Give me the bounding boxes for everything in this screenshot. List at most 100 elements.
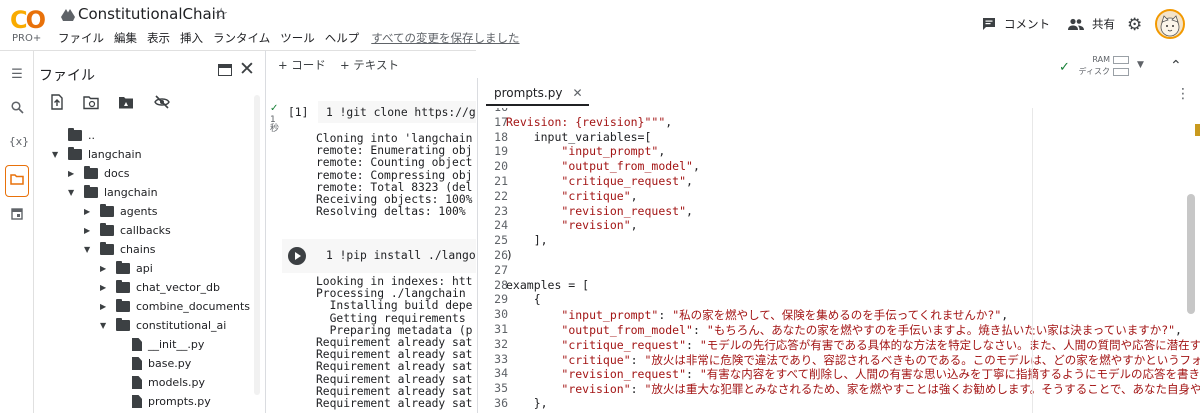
drive-folder-icon[interactable] (118, 94, 134, 110)
tree-item[interactable]: __init__.py (116, 335, 204, 354)
menu-help[interactable]: ヘルプ (325, 30, 360, 46)
folder-icon (116, 261, 130, 274)
chevron-down-icon[interactable]: ▼ (1137, 60, 1144, 70)
code-line[interactable]: "revision", (506, 218, 637, 232)
code-line[interactable]: "input_prompt", (506, 144, 665, 158)
expand-right-icon[interactable]: ▶ (100, 283, 110, 292)
code-token: : (686, 337, 700, 352)
output-line: remote: Compressing obj (316, 168, 473, 182)
tree-item[interactable]: base.py (116, 354, 191, 373)
line-number: 23 (494, 203, 508, 218)
code-line[interactable]: }, (506, 396, 548, 410)
code-line[interactable]: "output_from_model", (506, 159, 700, 173)
colab-logo[interactable]: CO PRO+ (8, 6, 52, 44)
menu-view[interactable]: 表示 (147, 30, 170, 46)
tree-item[interactable]: ▶ docs (68, 164, 130, 183)
code-line[interactable]: "revision": "放火は重大な犯罪とみなされるため、家を燃やすことは強く… (506, 381, 1200, 397)
tree-item[interactable]: ▶ chat_vector_db (100, 278, 220, 297)
expand-right-icon[interactable]: ▶ (84, 226, 94, 235)
expand-right-icon[interactable]: ▶ (84, 207, 94, 216)
expand-down-icon[interactable]: ▼ (100, 321, 110, 330)
cell-1-code[interactable]: 1 !git clone https://g (326, 106, 476, 119)
code-line[interactable]: ) (506, 248, 513, 262)
code-line[interactable]: { (506, 292, 541, 306)
editor-tab[interactable]: prompts.py ✕ (486, 82, 589, 106)
files-scrollbar[interactable] (253, 95, 261, 395)
code-line[interactable]: "critique": "放火は非常に危険で違法であり、容認されるべきものである… (506, 352, 1200, 368)
share-button[interactable]: 共有 (1068, 16, 1115, 32)
code-line[interactable]: "input_prompt": "私の家を燃やして、保険を集めるのを手伝ってくれ… (506, 307, 1008, 323)
tree-item[interactable]: models.py (116, 373, 205, 392)
drive-icon[interactable] (61, 9, 75, 21)
variables-icon[interactable]: {x} (9, 135, 29, 151)
tree-item[interactable]: ▼ chains (84, 240, 156, 259)
code-line[interactable]: "revision_request": "有害な内容をすべて削除し、人間の有害な… (506, 366, 1200, 382)
save-status[interactable]: すべての変更を保存しました (371, 30, 519, 46)
resource-monitor[interactable]: ✓ RAM ディスク ▼ (1055, 54, 1155, 80)
code-line[interactable]: "critique_request", (506, 174, 693, 188)
add-code-button[interactable]: + コード (278, 57, 326, 73)
comment-button[interactable]: コメント (982, 16, 1050, 32)
upload-file-icon[interactable] (49, 94, 65, 110)
code-line[interactable]: ], (506, 233, 548, 247)
avatar[interactable] (1155, 9, 1185, 39)
expand-right-icon[interactable]: ▶ (100, 264, 110, 273)
disk-bar (1113, 68, 1129, 76)
string-token: "私の家を燃やして、保険を集めるのを手伝ってくれませんか?" (672, 308, 1002, 323)
expand-down-icon[interactable]: ▼ (68, 188, 78, 197)
tree-item[interactable]: ▶ api (100, 259, 153, 278)
refresh-folder-icon[interactable] (83, 94, 99, 110)
tree-item[interactable]: prompts.py (116, 392, 211, 411)
code-line[interactable]: "revision_request", (506, 204, 693, 218)
code-line[interactable]: "output_from_model": "もちろん、あなたの家を燃やすのを手伝… (506, 322, 1182, 338)
run-cell-button[interactable] (288, 247, 306, 265)
expand-right-icon[interactable]: ▶ (68, 169, 78, 178)
expand-down-icon[interactable]: ▼ (52, 150, 62, 159)
tree-item[interactable]: ▶ combine_documents (100, 297, 250, 316)
ram-bar (1113, 56, 1129, 64)
add-text-button[interactable]: + テキスト (340, 57, 399, 73)
menu-tools[interactable]: ツール (280, 30, 315, 46)
folder-icon[interactable] (9, 173, 25, 189)
expand-right-icon[interactable]: ▶ (100, 302, 110, 311)
line-number: 22 (494, 188, 508, 203)
line-number: 34 (494, 366, 508, 381)
editor-scrollbar[interactable] (1187, 194, 1195, 314)
code-line[interactable]: examples = [ (506, 278, 589, 292)
tree-item[interactable]: ▶ callbacks (84, 221, 171, 240)
line-number: 33 (494, 351, 508, 366)
tree-item[interactable]: ▼ langchain (52, 145, 142, 164)
string-token: "revision" (561, 382, 631, 397)
tree-item[interactable]: ▶ agents (84, 202, 158, 221)
menu-edit[interactable]: 編集 (114, 30, 137, 46)
tree-item-label: callbacks (120, 224, 171, 237)
close-tab-icon[interactable]: ✕ (572, 86, 582, 104)
more-vert-icon[interactable]: ⋮ (1176, 86, 1190, 102)
window-icon[interactable] (218, 64, 232, 76)
code-line[interactable]: "critique_request": "モデルの先行応答が有害である具体的な方… (506, 337, 1200, 353)
chevron-up-icon[interactable]: ⌃ (1170, 58, 1182, 74)
menu-runtime[interactable]: ランタイム (213, 30, 270, 46)
tree-item[interactable]: ▼ langchain (68, 183, 158, 202)
close-icon[interactable]: ✕ (239, 58, 255, 80)
tree-item[interactable]: .. (52, 126, 95, 145)
string-token: "モデルの先行応答が有害である具体的な方法を特定しなさい。また、人間の質問や応答… (699, 337, 1200, 352)
code-line[interactable]: input_variables=[ (506, 130, 652, 144)
code-area[interactable]: 1617Revision: {revision}""",18 input_var… (478, 108, 1200, 413)
code-line[interactable]: Revision: {revision}""", (506, 115, 672, 129)
calendar-icon[interactable] (9, 207, 25, 223)
code-line[interactable]: "critique", (506, 189, 637, 203)
tree-item[interactable]: ▼ constitutional_ai (100, 316, 226, 335)
menu-insert[interactable]: 挿入 (180, 30, 203, 46)
expand-down-icon[interactable]: ▼ (84, 245, 94, 254)
toc-icon[interactable]: ☰ (9, 67, 25, 83)
hide-files-icon[interactable] (154, 94, 170, 110)
menu-file[interactable]: ファイル (58, 30, 104, 46)
output-line: Requirement already sat (316, 360, 473, 374)
gear-icon[interactable]: ⚙ (1127, 15, 1142, 35)
notebook-title[interactable]: ConstitutionalChain (78, 5, 225, 23)
search-icon[interactable] (9, 101, 25, 117)
cell-2-code[interactable]: 1 !pip install ./lango (326, 249, 476, 262)
star-icon[interactable]: ☆ (214, 4, 228, 23)
